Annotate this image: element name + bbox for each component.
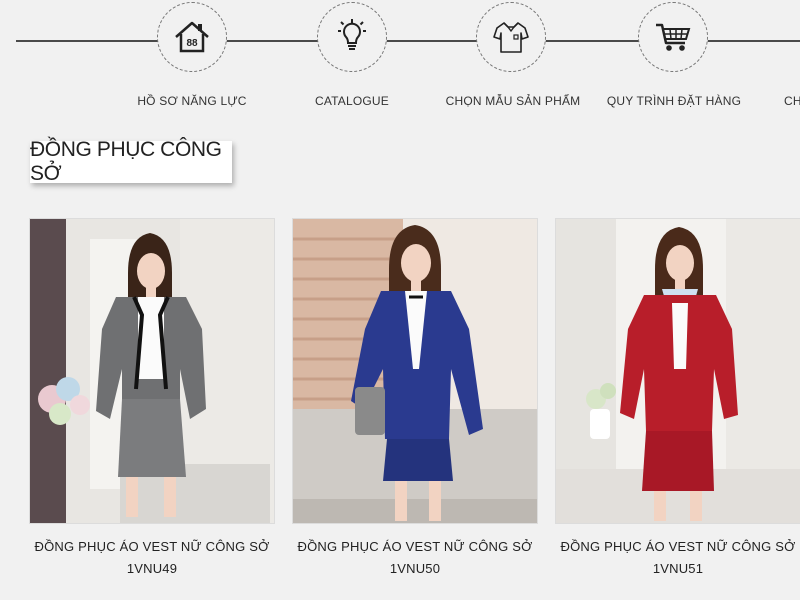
nav-item-label: CH	[784, 94, 800, 108]
house-icon: 88	[157, 2, 227, 72]
product-name: ĐỒNG PHỤC ÁO VEST NỮ CÔNG SỞ	[297, 539, 533, 554]
nav-item-label: CHỌN MẪU SẢN PHẨM	[445, 94, 581, 108]
product-image[interactable]	[555, 218, 800, 524]
nav-item-partial[interactable]: CH	[784, 0, 800, 110]
product-code: 1VNU50	[389, 561, 441, 576]
product-code: 1VNU51	[652, 561, 704, 576]
product-image[interactable]	[29, 218, 275, 524]
product-code: 1VNU49	[126, 561, 178, 576]
product-caption[interactable]: ĐỒNG PHỤC ÁO VEST NỮ CÔNG SỞ 1VNU51	[555, 536, 800, 580]
nav-item-label: HỒ SƠ NĂNG LỰC	[137, 94, 247, 108]
product-image[interactable]	[292, 218, 538, 524]
product-card[interactable]: ĐỒNG PHỤC ÁO VEST NỮ CÔNG SỞ 1VNU50	[292, 218, 538, 580]
product-card[interactable]: ĐỒNG PHỤC ÁO VEST NỮ CÔNG SỞ 1VNU49	[29, 218, 275, 580]
product-caption[interactable]: ĐỒNG PHỤC ÁO VEST NỮ CÔNG SỞ 1VNU49	[29, 536, 275, 580]
product-name: ĐỒNG PHỤC ÁO VEST NỮ CÔNG SỞ	[34, 539, 270, 554]
cart-icon	[638, 2, 708, 72]
nav-item-label: CATALOGUE	[314, 94, 390, 108]
nav-item-label: QUY TRÌNH ĐẶT HÀNG	[606, 94, 742, 108]
product-caption[interactable]: ĐỒNG PHỤC ÁO VEST NỮ CÔNG SỞ 1VNU50	[292, 536, 538, 580]
svg-text:88: 88	[186, 38, 198, 49]
product-card[interactable]: ĐỒNG PHỤC ÁO VEST NỮ CÔNG SỞ 1VNU51	[555, 218, 800, 580]
lightbulb-icon	[317, 2, 387, 72]
section-title: ĐỒNG PHỤC CÔNG SỞ	[30, 138, 232, 185]
shirt-icon	[476, 2, 546, 72]
product-name: ĐỒNG PHỤC ÁO VEST NỮ CÔNG SỞ	[560, 539, 796, 554]
